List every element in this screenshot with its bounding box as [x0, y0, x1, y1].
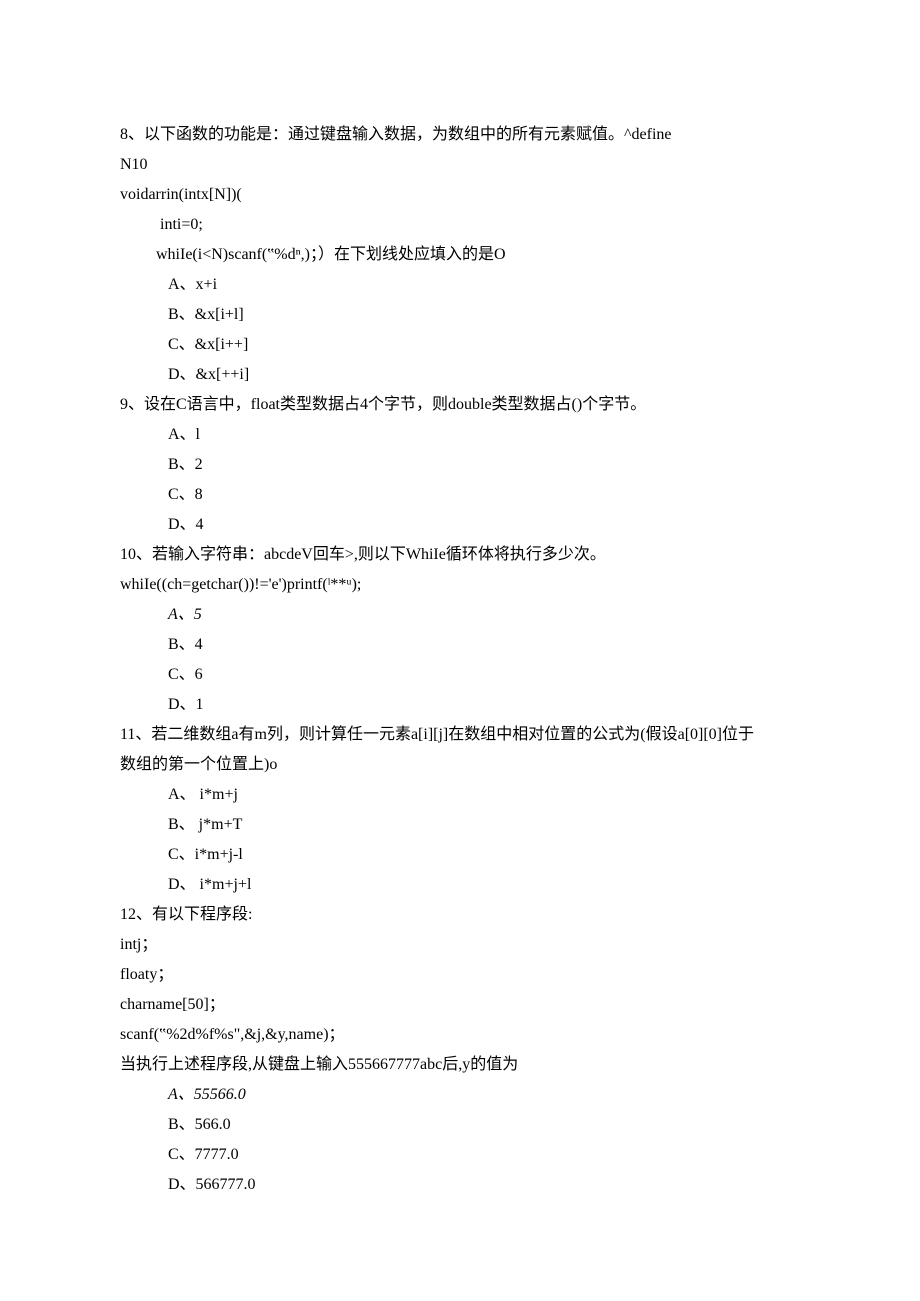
- text-line: D、4: [120, 510, 800, 540]
- text-line: D、 i*m+j+l: [120, 870, 800, 900]
- text-line: A、55566.0: [120, 1080, 800, 1110]
- text-line: A、 i*m+j: [120, 780, 800, 810]
- text-line: A、5: [120, 600, 800, 630]
- text-line: C、8: [120, 480, 800, 510]
- text-line: A、x+i: [120, 270, 800, 300]
- text-line: scanf(‟%2d%f%s",&j,&y,name)；: [120, 1020, 800, 1050]
- text-line: C、i*m+j-l: [120, 840, 800, 870]
- text-line: D、1: [120, 690, 800, 720]
- text-line: B、4: [120, 630, 800, 660]
- text-line: D、&x[++i]: [120, 360, 800, 390]
- text-line: 8、以下函数的功能是：通过键盘输入数据，为数组中的所有元素赋值。^define: [120, 120, 800, 150]
- text-line: voidarrin(intx[N])(: [120, 180, 800, 210]
- text-line: C、6: [120, 660, 800, 690]
- text-line: B、 j*m+T: [120, 810, 800, 840]
- text-line: C、&x[i++]: [120, 330, 800, 360]
- text-line: N10: [120, 150, 800, 180]
- document-page: 8、以下函数的功能是：通过键盘输入数据，为数组中的所有元素赋值。^defineN…: [0, 0, 920, 1301]
- text-line: 9、设在C语言中，float类型数据占4个字节，则double类型数据占()个字…: [120, 390, 800, 420]
- text-line: 11、若二维数组a有m列，则计算任一元素a[i][j]在数组中相对位置的公式为(…: [120, 720, 800, 750]
- text-line: 10、若输入字符串：abcdeV回车>,则以下WhiIe循环体将执行多少次。: [120, 540, 800, 570]
- text-line: B、2: [120, 450, 800, 480]
- text-line: B、566.0: [120, 1110, 800, 1140]
- text-line: whiIe((ch=getchar())!='e')printf(ˡ**ᵘ);: [120, 570, 800, 600]
- text-line: D、566777.0: [120, 1170, 800, 1200]
- text-line: 当执行上述程序段,从键盘上输入555667777abc后,y的值为: [120, 1050, 800, 1080]
- text-line: C、7777.0: [120, 1140, 800, 1170]
- text-line: floaty；: [120, 960, 800, 990]
- text-line: A、l: [120, 420, 800, 450]
- text-line: 数组的第一个位置上)o: [120, 750, 800, 780]
- text-line: 12、有以下程序段:: [120, 900, 800, 930]
- text-line: whiIe(i<N)scanf(‟%dⁿ,)；）在下划线处应填入的是O: [120, 240, 800, 270]
- text-line: charname[50]；: [120, 990, 800, 1020]
- text-line: intj；: [120, 930, 800, 960]
- text-line: inti=0;: [120, 210, 800, 240]
- text-line: B、&x[i+l]: [120, 300, 800, 330]
